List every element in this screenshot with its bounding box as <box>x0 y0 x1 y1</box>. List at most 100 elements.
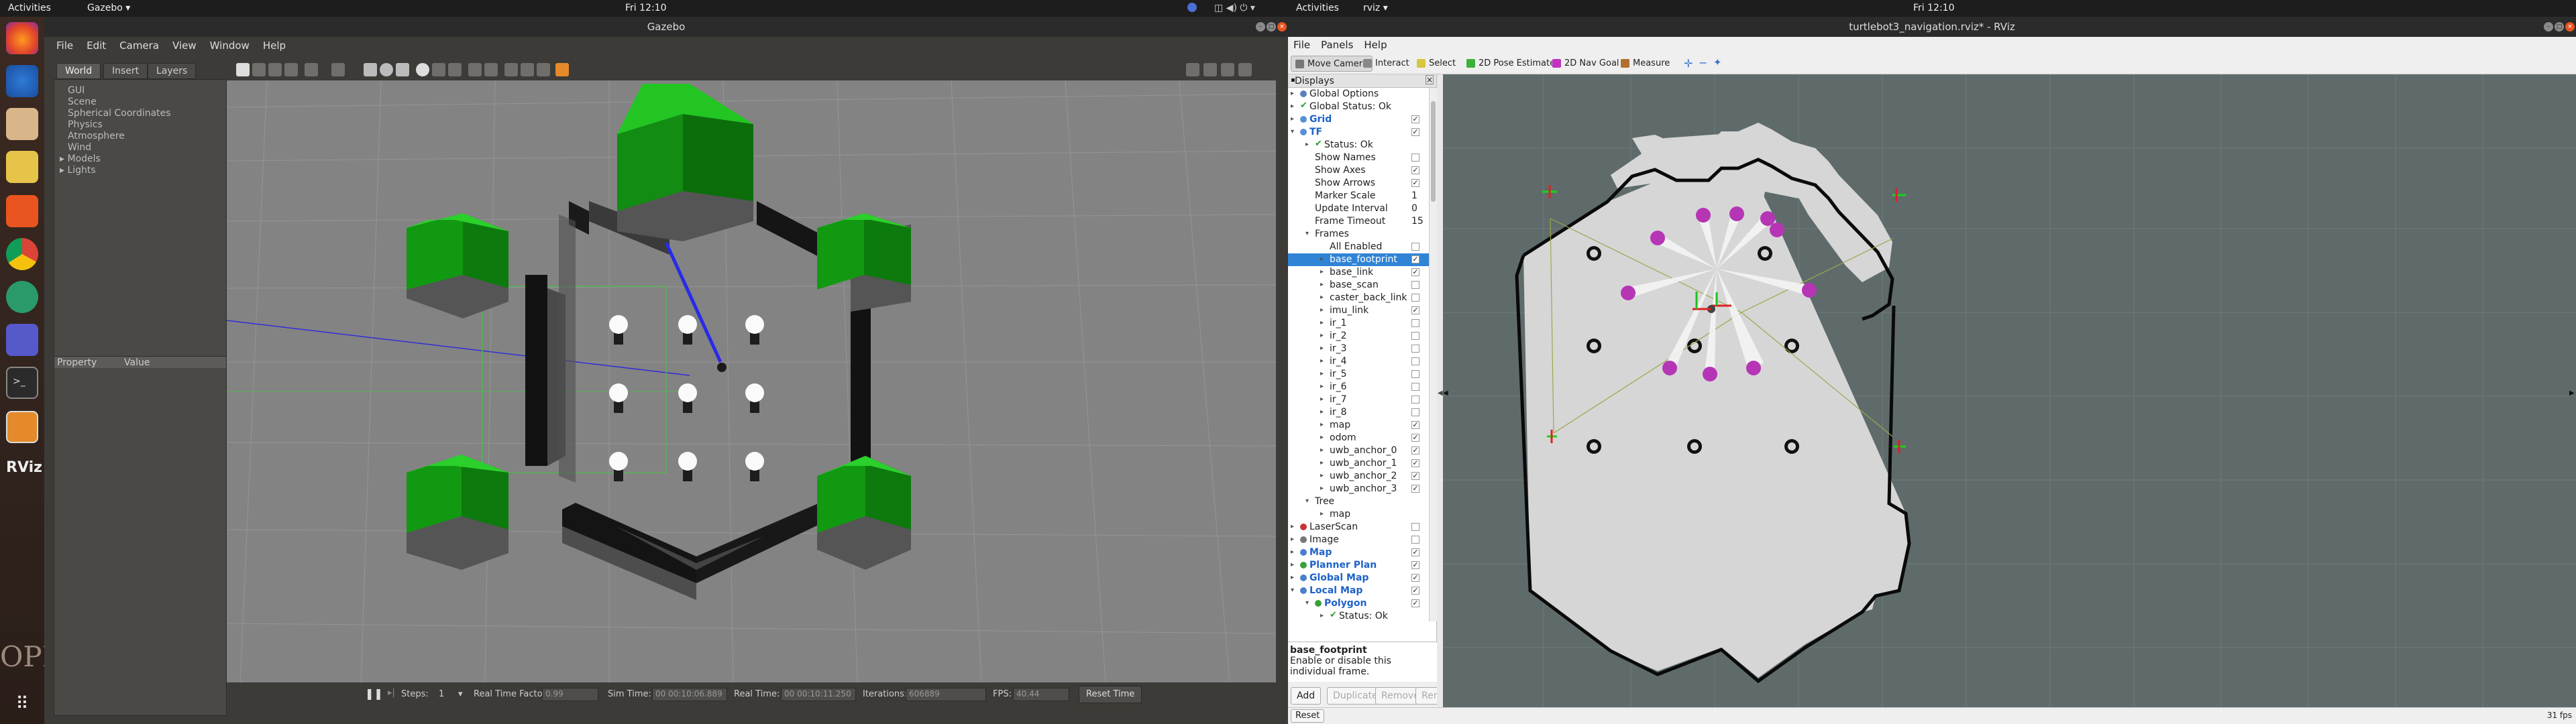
display-row[interactable]: ▾ Local Map ✓ <box>1288 585 1437 597</box>
point-light-icon[interactable] <box>416 63 429 76</box>
tree-item-gui[interactable]: GUI <box>68 85 171 97</box>
remove-tool-icon[interactable]: − <box>1699 56 1707 69</box>
plot-icon[interactable] <box>1221 63 1234 76</box>
menu-view[interactable]: View <box>166 37 203 54</box>
collapse-arrow-icon[interactable]: ▾ <box>1291 128 1294 135</box>
property-value[interactable]: 0 <box>1411 203 1417 214</box>
joint-icon[interactable] <box>537 63 550 76</box>
software-center-icon[interactable] <box>6 195 38 227</box>
enable-checkbox[interactable]: ✓ <box>1411 115 1419 123</box>
display-row[interactable]: ▸ odom ✓ <box>1288 432 1437 444</box>
expand-arrow-icon[interactable]: ▸ <box>1320 459 1324 467</box>
enable-checkbox[interactable] <box>1411 243 1419 251</box>
app-menu-right[interactable]: rviz ▾ <box>1363 3 1388 13</box>
expand-arrow-icon[interactable]: ▸ <box>1320 281 1324 288</box>
display-row[interactable]: ▸ imu_link ✓ <box>1288 304 1437 317</box>
display-row[interactable]: ▸ Global Map ✓ <box>1288 572 1437 585</box>
display-row[interactable]: ▾ Tree <box>1288 495 1437 508</box>
display-row[interactable]: Show Arrows ✓ <box>1288 177 1437 190</box>
display-row[interactable]: ▾ TF ✓ <box>1288 126 1437 139</box>
firefox-icon[interactable] <box>6 22 38 54</box>
enable-checkbox[interactable] <box>1411 332 1419 340</box>
expand-arrow-icon[interactable]: ▸ <box>1320 370 1324 377</box>
display-row[interactable]: ▸ ir_8 <box>1288 406 1437 419</box>
redo-icon[interactable] <box>331 63 345 76</box>
collapse-views-right-icon[interactable]: ▶ <box>2569 389 2575 397</box>
panel-splitter[interactable]: ◀ <box>1437 74 1443 707</box>
collapse-arrow-icon[interactable]: ▾ <box>1291 587 1294 594</box>
scrollbar-thumb[interactable] <box>1431 101 1436 202</box>
expand-arrow-icon[interactable]: ▸ <box>1291 574 1294 581</box>
copy-icon[interactable] <box>468 63 482 76</box>
minimize-button[interactable]: – <box>1256 22 1265 32</box>
snap-icon[interactable] <box>521 63 534 76</box>
enable-checkbox[interactable]: ✓ <box>1411 128 1419 136</box>
tool-settings-icon[interactable]: ✦ <box>1713 56 1722 68</box>
rviz-maximize-button[interactable]: □ <box>2555 22 2564 32</box>
property-value[interactable]: 15 <box>1411 216 1424 227</box>
display-row[interactable]: ▸ uwb_anchor_2 ✓ <box>1288 470 1437 483</box>
display-row[interactable]: ▸ base_footprint ✓ <box>1288 253 1437 266</box>
add-button[interactable]: Add <box>1291 687 1322 705</box>
rviz-close-button[interactable]: × <box>2565 22 2575 32</box>
menu-help[interactable]: Help <box>256 37 292 54</box>
expand-arrow-icon[interactable]: ▸ <box>1320 472 1324 479</box>
expand-arrow-icon[interactable]: ▸ <box>1320 332 1324 339</box>
terminal-icon[interactable]: >_ <box>6 367 38 399</box>
display-row[interactable]: ▸ uwb_anchor_0 ✓ <box>1288 444 1437 457</box>
thunderbird-icon[interactable] <box>6 65 38 97</box>
app-menu[interactable]: Gazebo ▾ <box>87 3 130 13</box>
enable-checkbox[interactable]: ✓ <box>1411 434 1419 442</box>
translate-icon[interactable] <box>252 63 266 76</box>
measure-tool[interactable]: Measure <box>1617 56 1674 72</box>
collapse-arrow-icon[interactable]: ▾ <box>1305 599 1309 607</box>
collapse-views-left-icon[interactable]: ◀ <box>1443 389 1448 397</box>
enable-checkbox[interactable] <box>1411 345 1419 353</box>
gazebo-3d-view[interactable] <box>227 80 1276 682</box>
select-mode-icon[interactable] <box>236 63 250 76</box>
scale-icon[interactable] <box>284 63 298 76</box>
menu-file[interactable]: File <box>1288 37 1316 53</box>
display-row[interactable]: ▸ uwb_anchor_1 ✓ <box>1288 457 1437 470</box>
sphere-icon[interactable] <box>380 63 393 76</box>
interact-tool[interactable]: Interact <box>1359 56 1413 72</box>
enable-checkbox[interactable]: ✓ <box>1411 587 1419 595</box>
enable-checkbox[interactable] <box>1411 370 1419 378</box>
rviz-3d-view[interactable]: ◀ ▶ <box>1443 74 2576 707</box>
teams-icon[interactable] <box>6 324 38 356</box>
display-row[interactable]: ▸ ir_1 <box>1288 317 1437 330</box>
view-angle-icon[interactable] <box>555 63 569 76</box>
enable-checkbox[interactable] <box>1411 357 1419 365</box>
expand-arrow-icon[interactable]: ▸ <box>1320 612 1324 619</box>
enable-checkbox[interactable] <box>1411 383 1419 391</box>
expand-arrow-icon[interactable]: ▸ <box>1320 294 1324 301</box>
tab-layers[interactable]: Layers <box>148 63 197 79</box>
expand-arrow-icon[interactable]: ▸ <box>1291 536 1294 543</box>
expand-arrow-icon[interactable]: ▸ <box>1320 510 1324 518</box>
tray-icons[interactable]: ◫ ◀) ⏻ ▾ <box>1214 3 1255 13</box>
expand-arrow-icon[interactable]: ▸ <box>1291 561 1294 568</box>
display-row[interactable]: ▸ uwb_anchor_3 ✓ <box>1288 483 1437 495</box>
expand-arrow-icon[interactable]: ▸ <box>1320 306 1324 314</box>
display-row[interactable]: ▸ Image <box>1288 534 1437 546</box>
enable-checkbox[interactable]: ✓ <box>1411 574 1419 582</box>
align-icon[interactable] <box>504 63 518 76</box>
display-row[interactable]: Update Interval 0 <box>1288 202 1437 215</box>
property-value[interactable]: 1 <box>1411 190 1417 201</box>
cylinder-icon[interactable] <box>396 63 409 76</box>
expand-arrow-icon[interactable]: ▸ <box>1291 548 1294 556</box>
add-tool-icon[interactable]: ✛ <box>1684 57 1693 70</box>
rviz-minimize-button[interactable]: – <box>2544 22 2553 32</box>
step-icon[interactable]: ▸| <box>388 688 395 698</box>
files-icon[interactable] <box>6 108 38 140</box>
display-row[interactable]: ▸ ir_6 <box>1288 381 1437 394</box>
tree-item-atmosphere[interactable]: Atmosphere <box>68 131 171 142</box>
expand-arrow-icon[interactable]: ▸ <box>1320 319 1324 326</box>
display-row[interactable]: ▸ base_scan <box>1288 279 1437 292</box>
enable-checkbox[interactable]: ✓ <box>1411 446 1419 455</box>
enable-checkbox[interactable]: ✓ <box>1411 599 1419 607</box>
display-row[interactable]: ▸ map <box>1288 508 1437 521</box>
tree-item-scene[interactable]: Scene <box>68 97 171 108</box>
display-row[interactable]: ▸ ir_3 <box>1288 343 1437 355</box>
tab-insert[interactable]: Insert <box>103 63 148 79</box>
